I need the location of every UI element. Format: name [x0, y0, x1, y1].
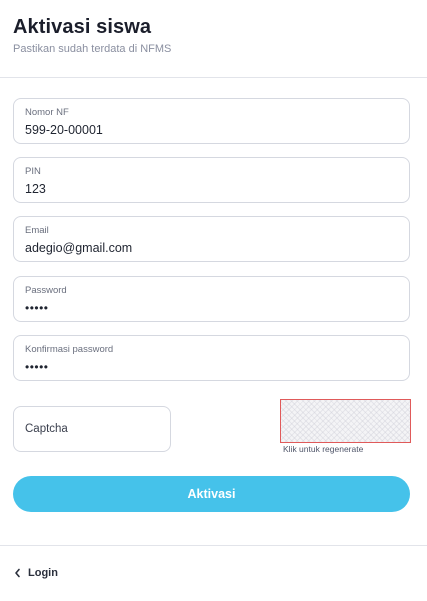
nomor-nf-input[interactable]: 599-20-00001 [25, 122, 398, 138]
email-input[interactable]: adegio@gmail.com [25, 240, 398, 256]
captcha-image[interactable] [280, 399, 411, 443]
confirm-password-input[interactable]: ••••• [25, 359, 398, 375]
pin-input[interactable]: 123 [25, 181, 398, 197]
password-label: Password [25, 285, 67, 296]
captcha-input[interactable]: Captcha [13, 406, 171, 452]
password-input[interactable]: ••••• [25, 300, 398, 316]
login-link[interactable]: Login [14, 567, 58, 579]
confirm-password-label: Konfirmasi password [25, 344, 114, 355]
header-divider [0, 77, 427, 78]
login-label: Login [28, 567, 58, 579]
nomor-nf-label: Nomor NF [25, 107, 69, 118]
email-field[interactable]: Email adegio@gmail.com [13, 216, 410, 262]
captcha-regenerate-hint: Klik untuk regenerate [283, 444, 364, 454]
pin-label: PIN [25, 166, 41, 177]
chevron-left-icon [14, 568, 21, 578]
page-subtitle: Pastikan sudah terdata di NFMS [13, 43, 172, 55]
nomor-nf-field[interactable]: Nomor NF 599-20-00001 [13, 98, 410, 144]
captcha-placeholder: Captcha [25, 423, 68, 435]
page-title: Aktivasi siswa [13, 16, 152, 38]
confirm-password-field[interactable]: Konfirmasi password ••••• [13, 335, 410, 381]
password-field[interactable]: Password ••••• [13, 276, 410, 322]
aktivasi-button[interactable]: Aktivasi [13, 476, 410, 512]
page-header: Aktivasi siswa Pastikan sudah terdata di… [13, 16, 171, 55]
email-label: Email [25, 225, 49, 236]
activation-page: Aktivasi siswa Pastikan sudah terdata di… [0, 0, 427, 601]
footer-divider [0, 545, 427, 546]
pin-field[interactable]: PIN 123 [13, 157, 410, 203]
